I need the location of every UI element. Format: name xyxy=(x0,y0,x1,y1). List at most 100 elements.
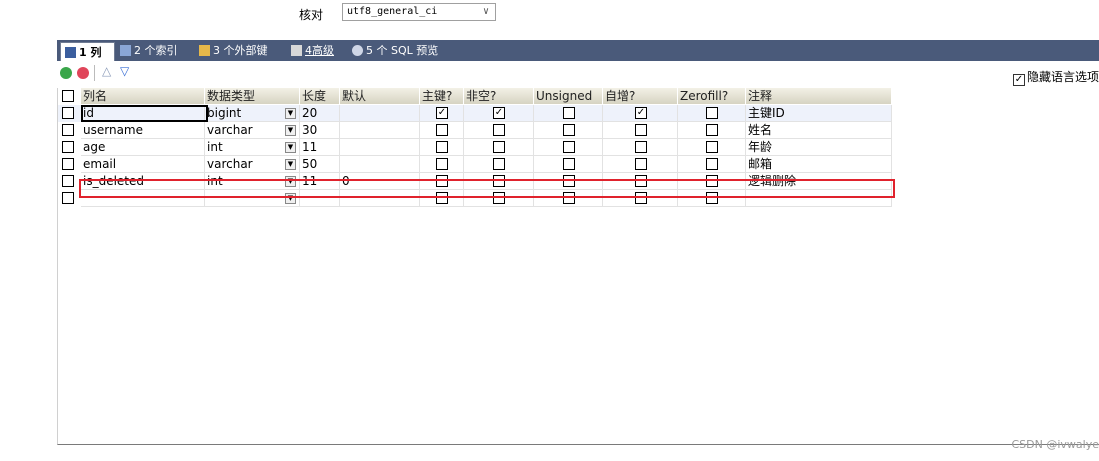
cell-length-text: 50 xyxy=(302,157,318,171)
tab-advanced[interactable]: 4高级 xyxy=(291,40,334,61)
cell-comment[interactable]: 邮箱 xyxy=(746,156,892,173)
header-col-notnull[interactable]: 非空? xyxy=(464,88,534,104)
unsigned-checkbox[interactable] xyxy=(563,124,575,136)
pk-checkbox[interactable] xyxy=(436,158,448,170)
header-col-type[interactable]: 数据类型 xyxy=(205,88,300,104)
table-row[interactable]: username varchar ▼ 30 姓名 xyxy=(58,122,892,139)
collation-label: 核对 xyxy=(299,8,324,22)
delete-column-icon[interactable] xyxy=(77,67,89,79)
notnull-checkbox[interactable] xyxy=(493,141,505,153)
cell-type[interactable]: varchar ▼ xyxy=(205,156,300,173)
zerofill-checkbox[interactable] xyxy=(706,124,718,136)
unsigned-checkbox[interactable] xyxy=(563,107,575,119)
type-dropdown-icon[interactable]: ▼ xyxy=(285,108,296,119)
cell-zerofill xyxy=(678,139,746,156)
cell-zerofill xyxy=(678,156,746,173)
row-select-checkbox[interactable] xyxy=(62,192,74,204)
notnull-checkbox[interactable]: ✓ xyxy=(493,107,505,119)
autoinc-checkbox[interactable] xyxy=(635,158,647,170)
type-dropdown-icon[interactable]: ▼ xyxy=(285,159,296,170)
cell-name[interactable]: age xyxy=(81,139,205,156)
cell-pk: ✓ xyxy=(420,105,464,122)
advanced-icon xyxy=(291,45,302,56)
tab-indexes[interactable]: 2 个索引 xyxy=(120,40,178,61)
cell-length[interactable]: 20 xyxy=(300,105,340,122)
add-column-icon[interactable] xyxy=(60,67,72,79)
type-dropdown-icon[interactable]: ▼ xyxy=(285,125,296,136)
cell-name[interactable]: username xyxy=(81,122,205,139)
pk-checkbox[interactable] xyxy=(436,141,448,153)
cell-type[interactable]: varchar ▼ xyxy=(205,122,300,139)
pk-checkbox[interactable]: ✓ xyxy=(436,107,448,119)
cell-comment[interactable]: 姓名 xyxy=(746,122,892,139)
autoinc-checkbox[interactable]: ✓ xyxy=(635,107,647,119)
cell-type[interactable]: bigint ▼ xyxy=(205,105,300,122)
header-col-comment[interactable]: 注释 xyxy=(746,88,892,104)
cell-name-text: age xyxy=(83,140,106,154)
columns-grid: 列名 数据类型 长度 默认 主键? 非空? Unsigned 自增? Zerofill? 注释 i… xyxy=(57,88,1099,445)
cell-default[interactable] xyxy=(340,156,420,173)
select-all-checkbox[interactable] xyxy=(62,90,74,102)
notnull-checkbox[interactable] xyxy=(493,158,505,170)
header-col-unsigned[interactable]: Unsigned xyxy=(534,88,603,104)
row-select-checkbox[interactable] xyxy=(62,124,74,136)
tab-sql-preview[interactable]: 5 个 SQL 预览 xyxy=(352,40,438,61)
tab-columns[interactable]: 1 列 xyxy=(60,42,115,61)
pk-checkbox[interactable] xyxy=(436,124,448,136)
cell-comment-text: 主键ID xyxy=(748,106,785,120)
cell-autoinc xyxy=(603,122,678,139)
cell-autoinc xyxy=(603,156,678,173)
zerofill-checkbox[interactable] xyxy=(706,141,718,153)
cell-pk xyxy=(420,139,464,156)
hide-lang-option[interactable]: ✓ 隐藏语言选项 xyxy=(1012,68,1099,86)
cell-default[interactable] xyxy=(340,122,420,139)
cell-name-text: email xyxy=(83,157,117,171)
header-col-length[interactable]: 长度 xyxy=(300,88,340,104)
autoinc-checkbox[interactable] xyxy=(635,141,647,153)
cell-notnull xyxy=(464,122,534,139)
table-row[interactable]: age int ▼ 11 年龄 xyxy=(58,139,892,156)
zerofill-checkbox[interactable] xyxy=(706,107,718,119)
cell-default[interactable] xyxy=(340,139,420,156)
cell-notnull xyxy=(464,139,534,156)
move-down-icon[interactable]: ▽ xyxy=(120,64,129,78)
header-col-autoinc[interactable]: 自增? xyxy=(603,88,678,104)
cell-default[interactable] xyxy=(340,105,420,122)
hide-lang-checkbox[interactable]: ✓ xyxy=(1012,74,1025,86)
header-col-default[interactable]: 默认 xyxy=(340,88,420,104)
notnull-checkbox[interactable] xyxy=(493,124,505,136)
cell-zerofill xyxy=(678,122,746,139)
cell-length-text: 20 xyxy=(302,106,318,120)
cell-length-text: 11 xyxy=(302,140,318,154)
cell-type-text: varchar xyxy=(207,123,253,137)
cell-unsigned xyxy=(534,122,603,139)
chevron-down-icon: ∨ xyxy=(482,6,489,17)
unsigned-checkbox[interactable] xyxy=(563,141,575,153)
type-dropdown-icon[interactable]: ▼ xyxy=(285,142,296,153)
move-up-icon[interactable]: △ xyxy=(102,64,111,78)
collation-value: utf8_general_ci xyxy=(347,6,438,17)
collation-select[interactable]: utf8_general_ci ∨ xyxy=(342,3,496,21)
toolbar: △ ▽ ✓ 隐藏语言选项 xyxy=(57,62,1099,86)
header-col-pk[interactable]: 主键? xyxy=(420,88,464,104)
cell-comment[interactable]: 年龄 xyxy=(746,139,892,156)
row-select-checkbox[interactable] xyxy=(62,158,74,170)
row-select-checkbox[interactable] xyxy=(62,141,74,153)
row-select-checkbox[interactable] xyxy=(62,107,74,119)
tab-foreign-keys[interactable]: 3 个外部键 xyxy=(199,40,268,61)
cell-comment[interactable]: 主键ID xyxy=(746,105,892,122)
header-col-zerofill[interactable]: Zerofill? xyxy=(678,88,746,104)
unsigned-checkbox[interactable] xyxy=(563,158,575,170)
cell-length[interactable]: 11 xyxy=(300,139,340,156)
cell-type[interactable]: int ▼ xyxy=(205,139,300,156)
autoinc-checkbox[interactable] xyxy=(635,124,647,136)
cell-unsigned xyxy=(534,156,603,173)
table-row[interactable]: email varchar ▼ 50 邮箱 xyxy=(58,156,892,173)
cell-length[interactable]: 50 xyxy=(300,156,340,173)
index-icon xyxy=(120,45,131,56)
cell-name[interactable]: email xyxy=(81,156,205,173)
zerofill-checkbox[interactable] xyxy=(706,158,718,170)
row-select-checkbox[interactable] xyxy=(62,175,74,187)
header-col-name[interactable]: 列名 xyxy=(81,88,205,104)
cell-length[interactable]: 30 xyxy=(300,122,340,139)
